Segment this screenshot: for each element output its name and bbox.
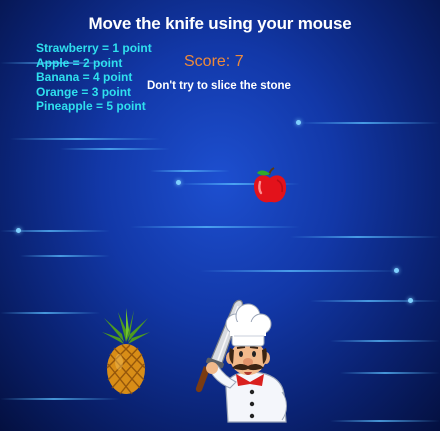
points-legend: Strawberry = 1 point Apple = 2 point Ban… bbox=[36, 41, 152, 114]
legend-banana: Banana = 4 point bbox=[36, 70, 133, 85]
legend-orange: Orange = 3 point bbox=[36, 84, 132, 99]
legend-strawberry: Strawberry = 1 point bbox=[36, 41, 152, 55]
pineapple-icon[interactable] bbox=[100, 308, 152, 396]
apple-icon[interactable] bbox=[250, 166, 290, 206]
chef-with-knife[interactable] bbox=[190, 296, 305, 426]
stone-warning: Don't try to slice the stone bbox=[147, 80, 291, 92]
instructions-title: Move the knife using your mouse bbox=[88, 14, 352, 33]
legend-pineapple: Pineapple = 5 point bbox=[36, 99, 146, 114]
legend-apple: Apple = 2 point bbox=[36, 55, 123, 70]
score-display: Score: 7 bbox=[184, 53, 244, 70]
game-stage[interactable]: Move the knife using your mouse Strawber… bbox=[0, 0, 440, 431]
